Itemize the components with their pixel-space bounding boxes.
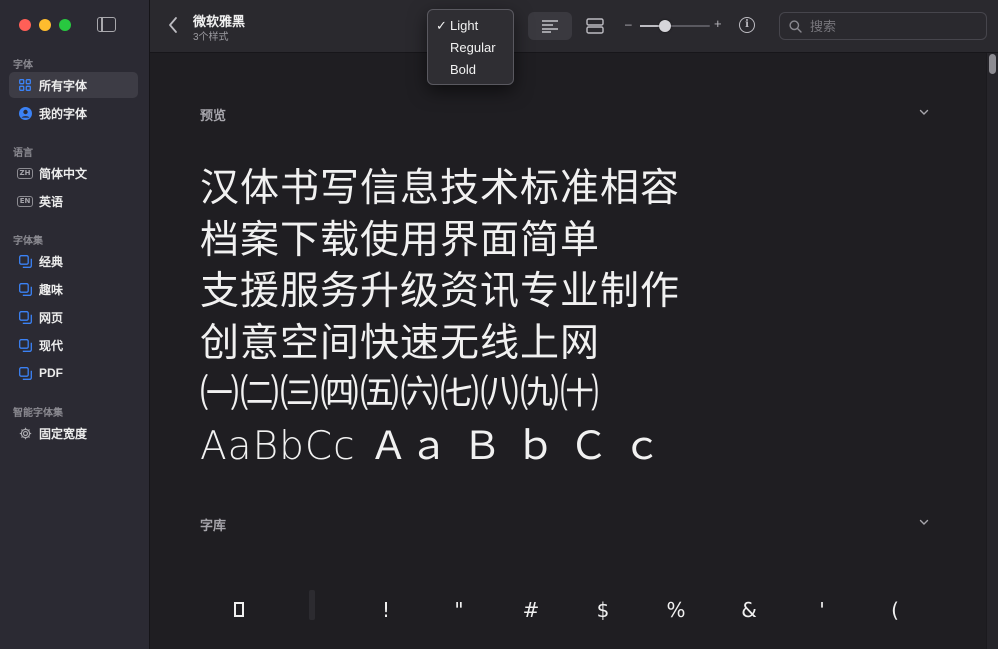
gear-icon	[18, 426, 32, 440]
scrollbar-thumb[interactable]	[989, 54, 996, 74]
sidebar-item-all-fonts[interactable]: 所有字体	[9, 72, 138, 98]
sidebar-section-collections: 字体集	[13, 236, 43, 247]
text-align-left-icon	[542, 20, 558, 33]
info-view-button[interactable]	[573, 12, 617, 40]
collection-icon	[18, 282, 32, 296]
search-icon	[789, 19, 802, 33]
glyph-cell[interactable]: '	[810, 598, 834, 622]
glyph-cell[interactable]: $	[591, 598, 615, 622]
sidebar-item-label: 我的字体	[39, 106, 88, 121]
missing-glyph-box	[234, 602, 244, 617]
window-controls	[19, 19, 71, 31]
slider-knob[interactable]	[659, 20, 671, 32]
minus-icon: –	[625, 17, 632, 31]
vertical-scrollbar[interactable]	[986, 53, 998, 649]
sidebar-item-fixed-width[interactable]: 固定宽度	[9, 420, 138, 446]
checkmark-icon: ✓	[436, 18, 447, 33]
sidebar-item-classic[interactable]: 经典	[9, 248, 138, 274]
preview-line: 创意空间快速无线上网	[200, 320, 601, 366]
search-input[interactable]	[808, 17, 982, 35]
chevron-left-icon	[169, 17, 177, 33]
sample-view-button[interactable]	[528, 12, 572, 40]
menu-item-regular[interactable]: Regular	[428, 38, 513, 58]
glyph-cell[interactable]: #	[519, 598, 543, 622]
repertoire-section-heading: 字库	[200, 518, 227, 533]
zoom-window-button[interactable]	[59, 19, 71, 31]
collection-icon	[18, 366, 32, 380]
sidebar-item-label: 英语	[39, 194, 64, 209]
back-button[interactable]	[168, 16, 178, 39]
glyph-cell[interactable]: &	[737, 598, 761, 622]
space-glyph-cell	[309, 590, 315, 620]
preview-line: 档案下载使用界面简单	[200, 217, 601, 263]
close-window-button[interactable]	[19, 19, 31, 31]
collection-icon	[18, 310, 32, 324]
sidebar-item-fun[interactable]: 趣味	[9, 276, 138, 302]
sidebar-item-label: 简体中文	[39, 166, 88, 181]
glyph-grid: ! " # $ % & ' (	[150, 590, 980, 628]
sidebar-item-label: 趣味	[39, 282, 64, 297]
font-book-window: 字体 所有字体 我的字体 语言 ZH 简体中文 EN 英语 字体集 经典 趣味 …	[0, 0, 998, 649]
minimize-window-button[interactable]	[39, 19, 51, 31]
sidebar-section-fonts: 字体	[13, 60, 33, 71]
menu-item-bold[interactable]: Bold	[428, 60, 513, 80]
sidebar-item-pdf[interactable]: PDF	[9, 360, 138, 386]
font-content-area: 预览 汉体书写信息技术标准相容 档案下载使用界面简单 支援服务升级资讯专业制作 …	[150, 53, 987, 649]
style-dropdown-menu: ✓ Light Regular Bold	[427, 9, 514, 85]
preview-size-slider[interactable]: – +	[625, 16, 725, 33]
glyph-cell[interactable]: %	[664, 598, 688, 622]
sidebar-item-label: 网页	[39, 310, 64, 325]
sidebar-toggle-icon[interactable]	[97, 17, 116, 32]
chevron-down-icon[interactable]	[919, 109, 929, 116]
preview-line: ㈠㈡㈢㈣㈤㈥㈦㈧㈨㈩	[200, 372, 601, 417]
preview-section-heading: 预览	[200, 108, 227, 123]
menu-item-light[interactable]: ✓ Light	[428, 16, 513, 36]
preview-line: 支援服务升级资讯专业制作	[200, 269, 681, 314]
sidebar-section-language: 语言	[13, 148, 33, 159]
preview-line: 汉体书写信息技术标准相容	[200, 166, 681, 211]
sidebar-item-label: PDF	[39, 366, 63, 380]
sidebar-section-smart-collections: 智能字体集	[13, 408, 63, 419]
font-preview-sample: 汉体书写信息技术标准相容 档案下载使用界面简单 支援服务升级资讯专业制作 创意空…	[200, 163, 680, 472]
grid-icon	[18, 78, 32, 92]
sidebar-item-label: 固定宽度	[39, 426, 88, 441]
sidebar-item-english[interactable]: EN 英语	[9, 188, 138, 214]
sidebar-item-label: 经典	[39, 254, 64, 269]
chevron-down-icon[interactable]	[919, 519, 929, 526]
search-field[interactable]	[779, 12, 987, 40]
sidebar-item-modern[interactable]: 现代	[9, 332, 138, 358]
sidebar-item-simplified-chinese[interactable]: ZH 简体中文	[9, 160, 138, 186]
sidebar-item-label: 所有字体	[39, 78, 88, 93]
glyph-cell[interactable]: (	[883, 598, 907, 622]
collection-icon	[18, 338, 32, 352]
glyph-cell[interactable]: "	[447, 598, 471, 622]
collection-icon	[18, 254, 32, 268]
preview-line: AaBbCc Ａａ Ｂ ｂ Ｃ ｃ	[200, 423, 663, 469]
sidebar-item-label: 现代	[39, 338, 64, 353]
language-badge: ZH	[16, 166, 34, 180]
language-badge: EN	[16, 194, 34, 208]
sidebar-item-my-fonts[interactable]: 我的字体	[9, 100, 138, 126]
grid-rows-icon	[586, 18, 604, 34]
info-icon[interactable]: i	[739, 17, 755, 33]
plus-icon: +	[714, 16, 722, 31]
style-count-label: 3个样式	[193, 32, 229, 43]
glyph-cell[interactable]: !	[374, 598, 398, 622]
user-circle-icon	[18, 106, 32, 120]
sidebar: 字体 所有字体 我的字体 语言 ZH 简体中文 EN 英语 字体集 经典 趣味 …	[0, 0, 150, 649]
sidebar-item-web[interactable]: 网页	[9, 304, 138, 330]
